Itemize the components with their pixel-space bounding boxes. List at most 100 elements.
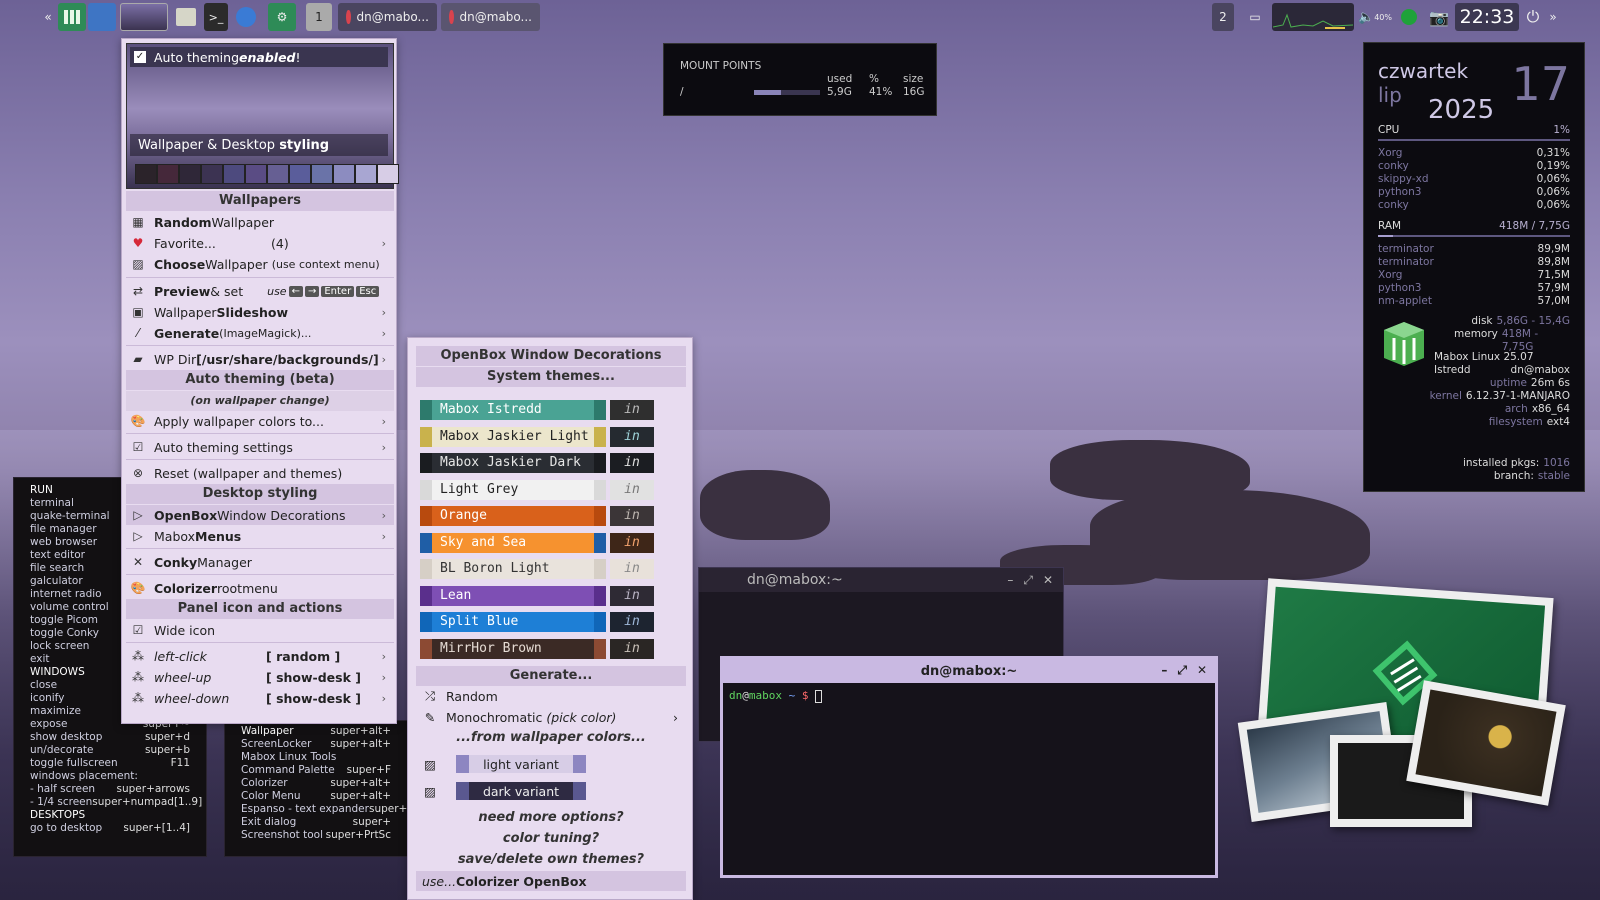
- keybinding-action: Espanso - text expander: [241, 803, 369, 815]
- taskbar-item[interactable]: dn@mabo...: [441, 3, 540, 31]
- minimize-icon[interactable]: –: [1007, 573, 1013, 588]
- volume-icon[interactable]: 🔈 40%: [1358, 3, 1392, 31]
- wallpaper-preview[interactable]: ✓ Auto theming enabled! Wallpaper & Desk…: [126, 43, 399, 189]
- terminal-titlebar[interactable]: dn@mabox:~ – ⤢ ✕: [723, 659, 1215, 683]
- slideshow-rest: Wallpaper: [154, 304, 217, 320]
- colorizer-rootmenu-item[interactable]: 🎨 Colorizer rootmenu: [126, 578, 394, 598]
- favorite-item[interactable]: ♥ Favorite... (4) ›: [126, 233, 394, 253]
- task-label: dn@mabo...: [459, 10, 532, 24]
- reset-item[interactable]: ⊗ Reset (wallpaper and themes): [126, 463, 394, 483]
- display-icon[interactable]: ▭: [1242, 3, 1268, 31]
- wp-dir-item[interactable]: ▰ WP Dir [/usr/share/backgrounds/] ›: [126, 349, 394, 369]
- auto-theming-suffix: !: [295, 49, 301, 65]
- light-variant-item[interactable]: ▨ light variant: [416, 754, 686, 774]
- auto-theming-status[interactable]: ✓ Auto theming enabled!: [130, 47, 388, 67]
- conky-uptime: uptime 26m 6s: [1378, 377, 1570, 390]
- random-theme-item[interactable]: ⤮ Random: [416, 686, 686, 706]
- keybinding-action: Mabox Linux Tools: [241, 751, 337, 763]
- theme-item[interactable]: Sky and Sea in: [420, 532, 680, 553]
- wide-icon-label: Wide icon: [154, 622, 216, 638]
- choose-wallpaper-item[interactable]: ▨ Choose Wallpaper (use context menu): [126, 254, 394, 274]
- colorizer-openbox-item[interactable]: use... Colorizer OpenBox: [416, 871, 686, 891]
- conky-manager-item[interactable]: ✕ Conky Manager: [126, 552, 394, 572]
- theme-item[interactable]: Mabox Istredd in: [420, 400, 680, 420]
- theme-item[interactable]: Lean in: [420, 585, 680, 606]
- process-row: terminator 89,9M: [1378, 243, 1570, 256]
- wallpaper-thumb-icon[interactable]: [120, 3, 168, 31]
- dark-variant-item[interactable]: ▨ dark variant: [416, 781, 686, 801]
- key-left: ←: [288, 285, 303, 297]
- image-icon: ▨: [424, 756, 436, 772]
- apply-colors-item[interactable]: 🎨 Apply wallpaper colors to... ›: [126, 411, 394, 431]
- taskbar-item[interactable]: dn@mabo...: [338, 3, 437, 31]
- mount-col-used: used: [827, 73, 853, 85]
- mabox-menus-item[interactable]: ▷ Mabox Menus ›: [126, 526, 394, 546]
- slideshow-item[interactable]: ▣ Wallpaper Slideshow ›: [126, 302, 394, 322]
- theme-item[interactable]: Orange in: [420, 506, 680, 526]
- collapse-left-icon[interactable]: «: [40, 3, 56, 31]
- theme-name: Split Blue: [420, 612, 606, 632]
- browser-icon[interactable]: [234, 3, 258, 31]
- conky-distro: Mabox Linux 25.07 Istredd: [1434, 351, 1534, 376]
- monochromatic-item[interactable]: ✎ Monochromatic (pick color) ›: [416, 707, 686, 727]
- file-manager-icon[interactable]: [174, 3, 198, 31]
- mabox-menu-icon[interactable]: [58, 3, 86, 31]
- color-swatch: [179, 164, 201, 184]
- preview-set-item[interactable]: ⇄ Preview & set use ← → Enter Esc: [126, 281, 394, 301]
- terminal-window[interactable]: dn@mabox:~ – ⤢ ✕ dn@mabox ~ $: [720, 656, 1218, 878]
- theme-inactive-preview: in: [610, 426, 654, 447]
- theme-item[interactable]: Mabox Jaskier Light in: [420, 426, 680, 447]
- random-wallpaper-item[interactable]: ▦ Random Wallpaper: [126, 212, 394, 232]
- wheel-down-item[interactable]: ⁂ wheel-down [ show-desk ] ›: [126, 688, 394, 708]
- wide-icon-item[interactable]: ☑ Wide icon: [126, 620, 394, 640]
- generate-item[interactable]: ⁄ Generate (ImageMagick)... ›: [126, 323, 394, 343]
- collapse-right-icon[interactable]: »: [1546, 3, 1560, 31]
- theme-item[interactable]: Mabox Jaskier Dark in: [420, 453, 680, 473]
- process-row: python3 0,06%: [1378, 186, 1570, 199]
- settings-icon[interactable]: ⚙: [268, 3, 296, 31]
- show-desktop-icon[interactable]: [88, 3, 116, 31]
- process-name: python3: [1378, 186, 1422, 198]
- left-click-item[interactable]: ⁂ left-click [ random ] ›: [126, 646, 394, 666]
- process-row: Xorg 71,5M: [1378, 269, 1570, 282]
- separator: [126, 548, 394, 549]
- workspace-indicator[interactable]: 2: [1212, 3, 1234, 31]
- theme-item[interactable]: MirrHor Brown in: [420, 638, 680, 659]
- network-status-icon[interactable]: [1398, 3, 1420, 31]
- theme-item[interactable]: BL Boron Light in: [420, 559, 680, 579]
- process-value: 0,31%: [1536, 147, 1570, 159]
- close-icon[interactable]: ✕: [1043, 573, 1053, 588]
- prompt-symbol: $: [801, 689, 809, 702]
- minimize-icon[interactable]: –: [1161, 663, 1167, 678]
- power-icon[interactable]: ⏻: [1522, 3, 1544, 31]
- chevron-right-icon: ›: [381, 352, 386, 366]
- terminal-title: dn@mabox:~: [920, 663, 1018, 679]
- screenshot-icon[interactable]: 📷: [1426, 3, 1452, 31]
- theme-item[interactable]: Split Blue in: [420, 612, 680, 632]
- theme-item[interactable]: Light Grey in: [420, 479, 680, 500]
- chevron-right-icon: ›: [381, 236, 386, 250]
- openbox-decorations-item[interactable]: ▷ OpenBox Window Decorations ›: [126, 505, 394, 525]
- panel-clock[interactable]: 22:33: [1455, 3, 1519, 31]
- separator: [126, 277, 394, 278]
- keybinding-action: Color Menu: [241, 790, 301, 802]
- maximize-icon[interactable]: ⤢: [1023, 573, 1033, 588]
- choose-bold: Choose: [154, 256, 206, 272]
- chevron-right-icon: ›: [381, 326, 386, 340]
- terminal-icon[interactable]: >_: [204, 3, 228, 31]
- keybinding-action: file search: [30, 562, 85, 574]
- close-icon[interactable]: ✕: [1197, 663, 1207, 678]
- top-panel: « >_ ⚙ 1 dn@mabo... dn@mabo... 2 ▭ 🔈 40% …: [0, 0, 1600, 34]
- maximize-icon[interactable]: ⤢: [1177, 663, 1187, 678]
- keybinding-row: DESKTOPS: [30, 809, 190, 822]
- chevron-right-icon: ›: [381, 649, 386, 663]
- mount-points-widget: MOUNT POINTS used % size / 5,9G 41% 16G: [663, 43, 937, 116]
- mount-path: /: [680, 86, 684, 98]
- auto-theming-settings-item[interactable]: ☑ Auto theming settings ›: [126, 437, 394, 457]
- conky-rest: Manager: [197, 554, 252, 570]
- wheel-up-item[interactable]: ⁂ wheel-up [ show-desk ] ›: [126, 667, 394, 687]
- keybinding-row: Mabox Linux Tools: [241, 751, 391, 764]
- terminal-prompt[interactable]: dn@mabox ~ $: [723, 683, 1215, 709]
- branch-label: branch:: [1493, 470, 1534, 482]
- workspace-button[interactable]: 1: [306, 3, 332, 31]
